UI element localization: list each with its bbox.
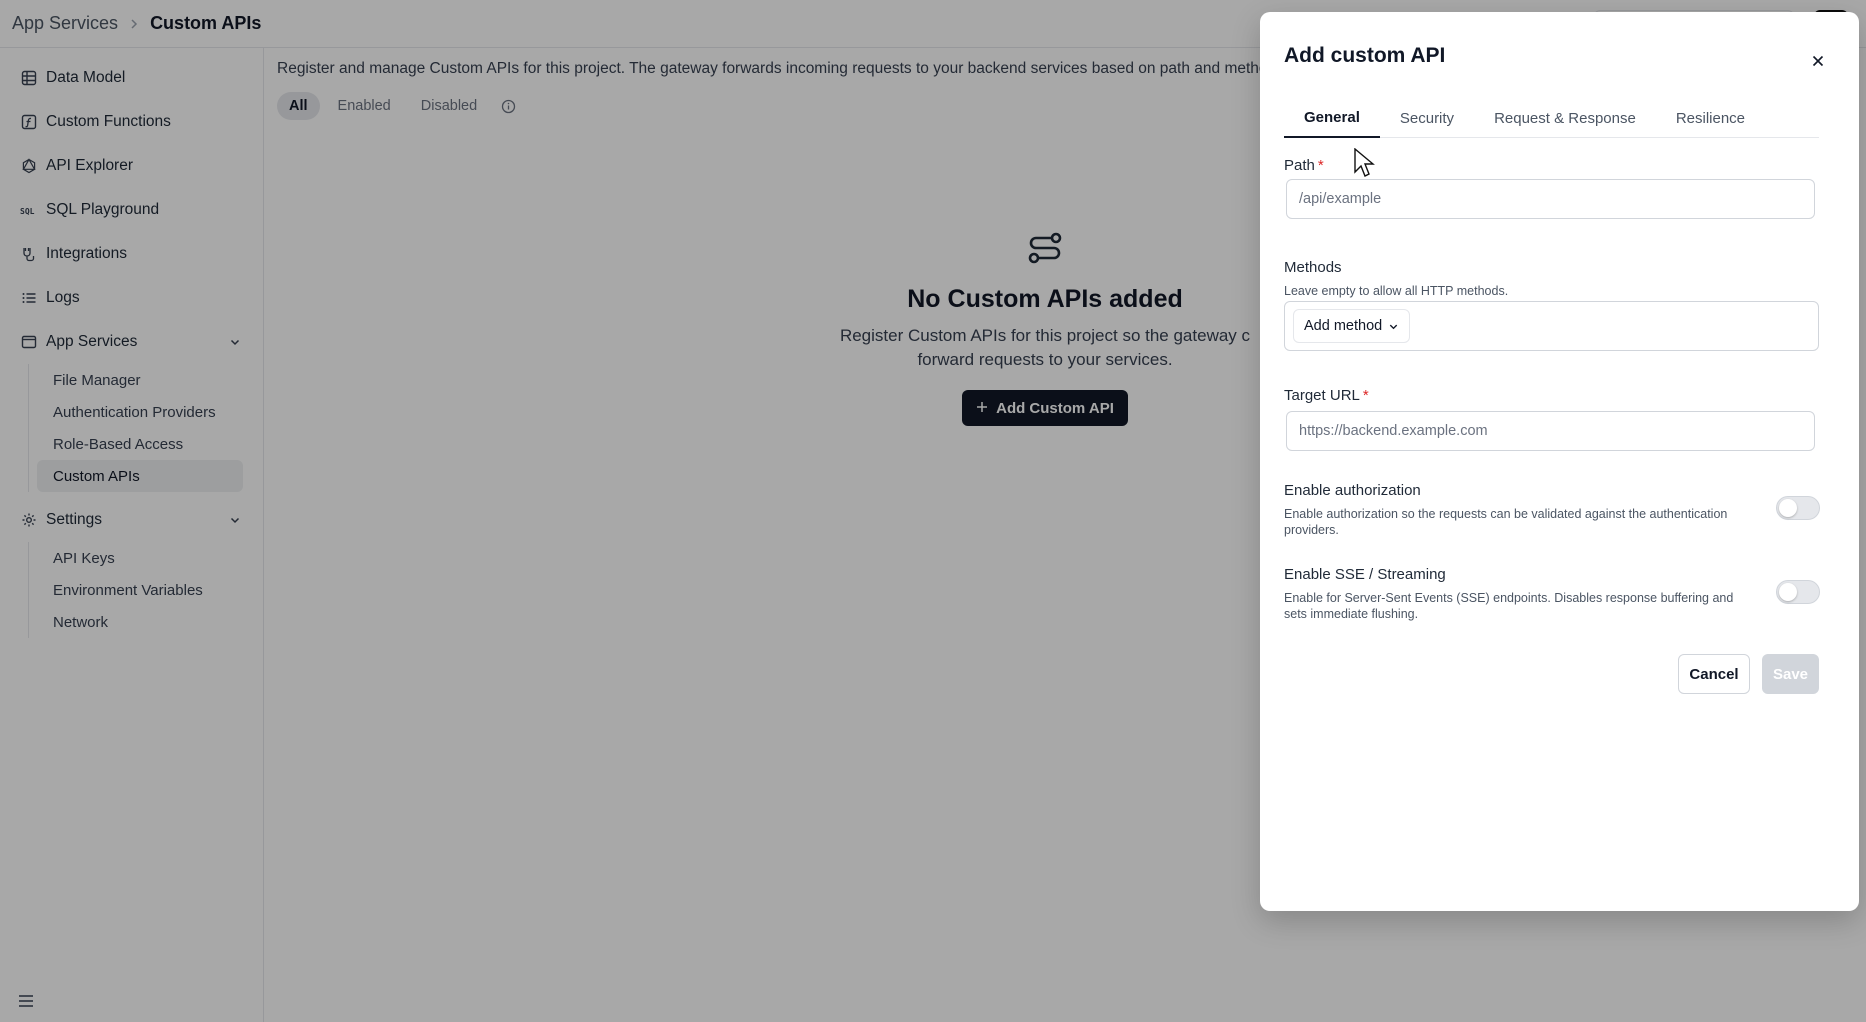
required-marker: * [1362, 387, 1369, 404]
methods-help: Leave empty to allow all HTTP methods. [1284, 284, 1509, 298]
enable-sse-toggle[interactable] [1776, 580, 1820, 604]
tab-resilience[interactable]: Resilience [1656, 98, 1765, 138]
dialog-title: Add custom API [1284, 44, 1446, 67]
methods-label: Methods [1284, 259, 1342, 276]
enable-authorization-label: Enable authorization [1284, 482, 1421, 499]
enable-sse-help: Enable for Server-Sent Events (SSE) endp… [1284, 591, 1734, 621]
tab-request-response[interactable]: Request & Response [1474, 98, 1656, 138]
add-custom-api-dialog: Add custom API General Security Request … [1260, 12, 1859, 911]
target-url-label: Target URL * [1284, 387, 1369, 404]
enable-authorization-toggle[interactable] [1776, 496, 1820, 520]
path-input[interactable] [1286, 179, 1815, 219]
mouse-cursor-icon [1354, 147, 1376, 183]
tab-security[interactable]: Security [1380, 98, 1474, 138]
dialog-tabs: General Security Request & Response Resi… [1284, 98, 1819, 138]
target-url-input[interactable] [1286, 411, 1815, 451]
save-button[interactable]: Save [1762, 654, 1819, 694]
target-url-label-text: Target URL [1284, 387, 1360, 404]
add-method-label: Add method [1304, 318, 1383, 334]
tab-general[interactable]: General [1284, 98, 1380, 138]
chevron-down-icon [1388, 321, 1399, 332]
enable-sse-label: Enable SSE / Streaming [1284, 566, 1446, 583]
close-icon[interactable] [1807, 50, 1829, 72]
path-label: Path * [1284, 157, 1324, 174]
methods-field[interactable]: Add method [1284, 301, 1819, 351]
path-label-text: Path [1284, 157, 1315, 174]
cancel-button[interactable]: Cancel [1678, 654, 1750, 694]
enable-authorization-help: Enable authorization so the requests can… [1284, 507, 1728, 537]
required-marker: * [1317, 157, 1324, 174]
add-method-button[interactable]: Add method [1293, 309, 1411, 343]
